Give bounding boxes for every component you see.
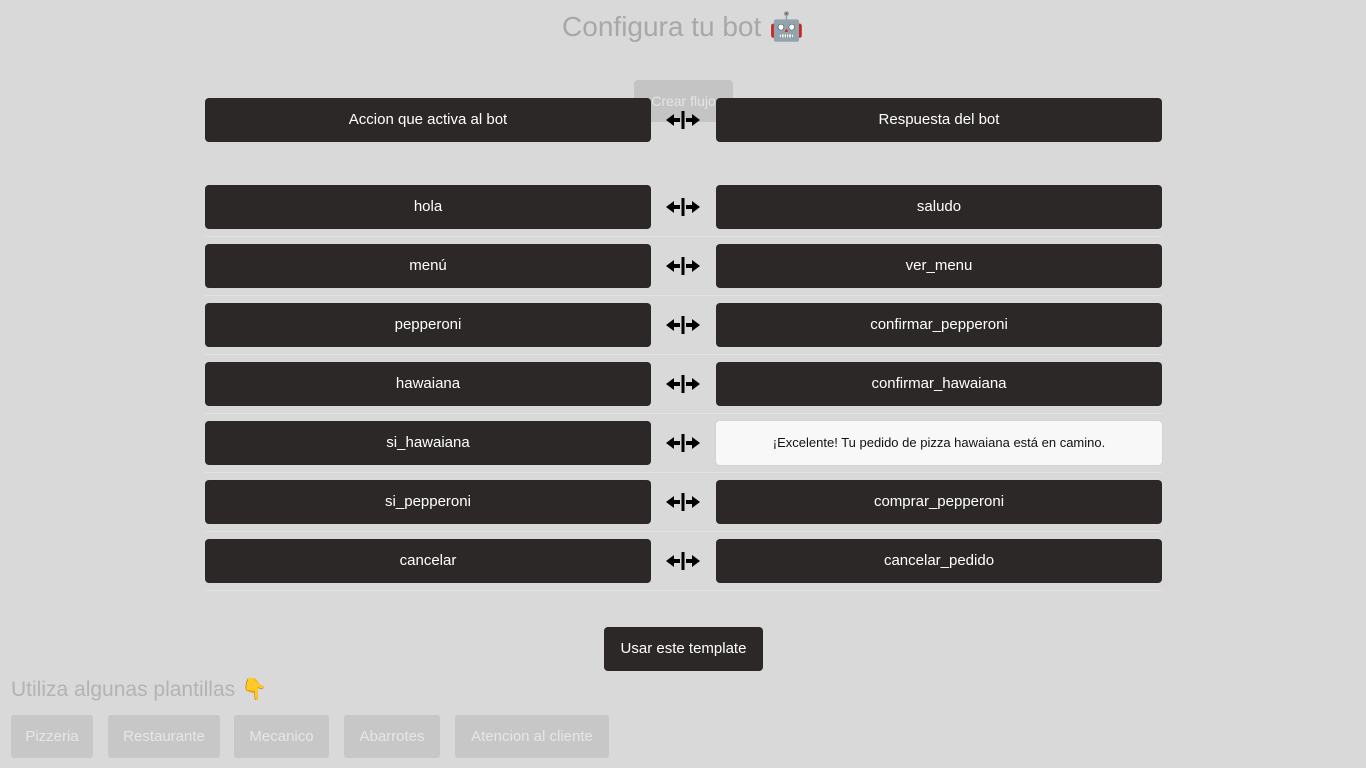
trigger-cell[interactable]: hola bbox=[205, 185, 651, 229]
template-button-pizzeria[interactable]: Pizzeria bbox=[11, 715, 93, 758]
template-button-abarrotes[interactable]: Abarrotes bbox=[344, 715, 440, 758]
response-cell[interactable]: confirmar_pepperoni bbox=[716, 303, 1162, 347]
response-column-header: Respuesta del bot bbox=[716, 98, 1162, 142]
flow-row: pepperoni confirmar_pepperoni bbox=[205, 303, 1162, 355]
flow-row: hola saludo bbox=[205, 185, 1162, 237]
column-header-row: Accion que activa al bot Respuesta del b… bbox=[205, 98, 1162, 142]
flow-row: hawaiana confirmar_hawaiana bbox=[205, 362, 1162, 414]
templates-title: Utiliza algunas plantillas 👇 bbox=[11, 678, 268, 701]
trigger-cell[interactable]: cancelar bbox=[205, 539, 651, 583]
bidirectional-arrow-icon bbox=[665, 433, 701, 453]
bidirectional-arrow-icon bbox=[665, 197, 701, 217]
bidirectional-arrow-icon bbox=[665, 374, 701, 394]
response-cell[interactable]: saludo bbox=[716, 185, 1162, 229]
flow-row: si_pepperoni comprar_pepperoni bbox=[205, 480, 1162, 532]
trigger-cell[interactable]: si_hawaiana bbox=[205, 421, 651, 465]
bidirectional-arrow-icon bbox=[665, 551, 701, 571]
bidirectional-arrow-icon bbox=[665, 315, 701, 335]
trigger-column-header: Accion que activa al bot bbox=[205, 98, 651, 142]
response-cell-editing[interactable]: ¡Excelente! Tu pedido de pizza hawaiana … bbox=[716, 421, 1162, 465]
trigger-cell[interactable]: hawaiana bbox=[205, 362, 651, 406]
template-button-mecanico[interactable]: Mecanico bbox=[234, 715, 329, 758]
trigger-cell[interactable]: pepperoni bbox=[205, 303, 651, 347]
trigger-cell[interactable]: si_pepperoni bbox=[205, 480, 651, 524]
template-button-atencion-al-cliente[interactable]: Atencion al cliente bbox=[455, 715, 609, 758]
flow-row: cancelar cancelar_pedido bbox=[205, 539, 1162, 591]
template-button-restaurante[interactable]: Restaurante bbox=[108, 715, 220, 758]
bidirectional-arrow-icon bbox=[665, 492, 701, 512]
flow-row: menú ver_menu bbox=[205, 244, 1162, 296]
trigger-cell[interactable]: menú bbox=[205, 244, 651, 288]
bidirectional-arrow-icon bbox=[665, 110, 701, 130]
response-cell[interactable]: cancelar_pedido bbox=[716, 539, 1162, 583]
page-title: Configura tu bot 🤖 bbox=[562, 11, 804, 42]
flow-row: si_hawaiana ¡Excelente! Tu pedido de piz… bbox=[205, 421, 1162, 473]
use-template-button[interactable]: Usar este template bbox=[604, 627, 763, 671]
response-cell[interactable]: ver_menu bbox=[716, 244, 1162, 288]
response-cell[interactable]: comprar_pepperoni bbox=[716, 480, 1162, 524]
bidirectional-arrow-icon bbox=[665, 256, 701, 276]
response-cell[interactable]: confirmar_hawaiana bbox=[716, 362, 1162, 406]
